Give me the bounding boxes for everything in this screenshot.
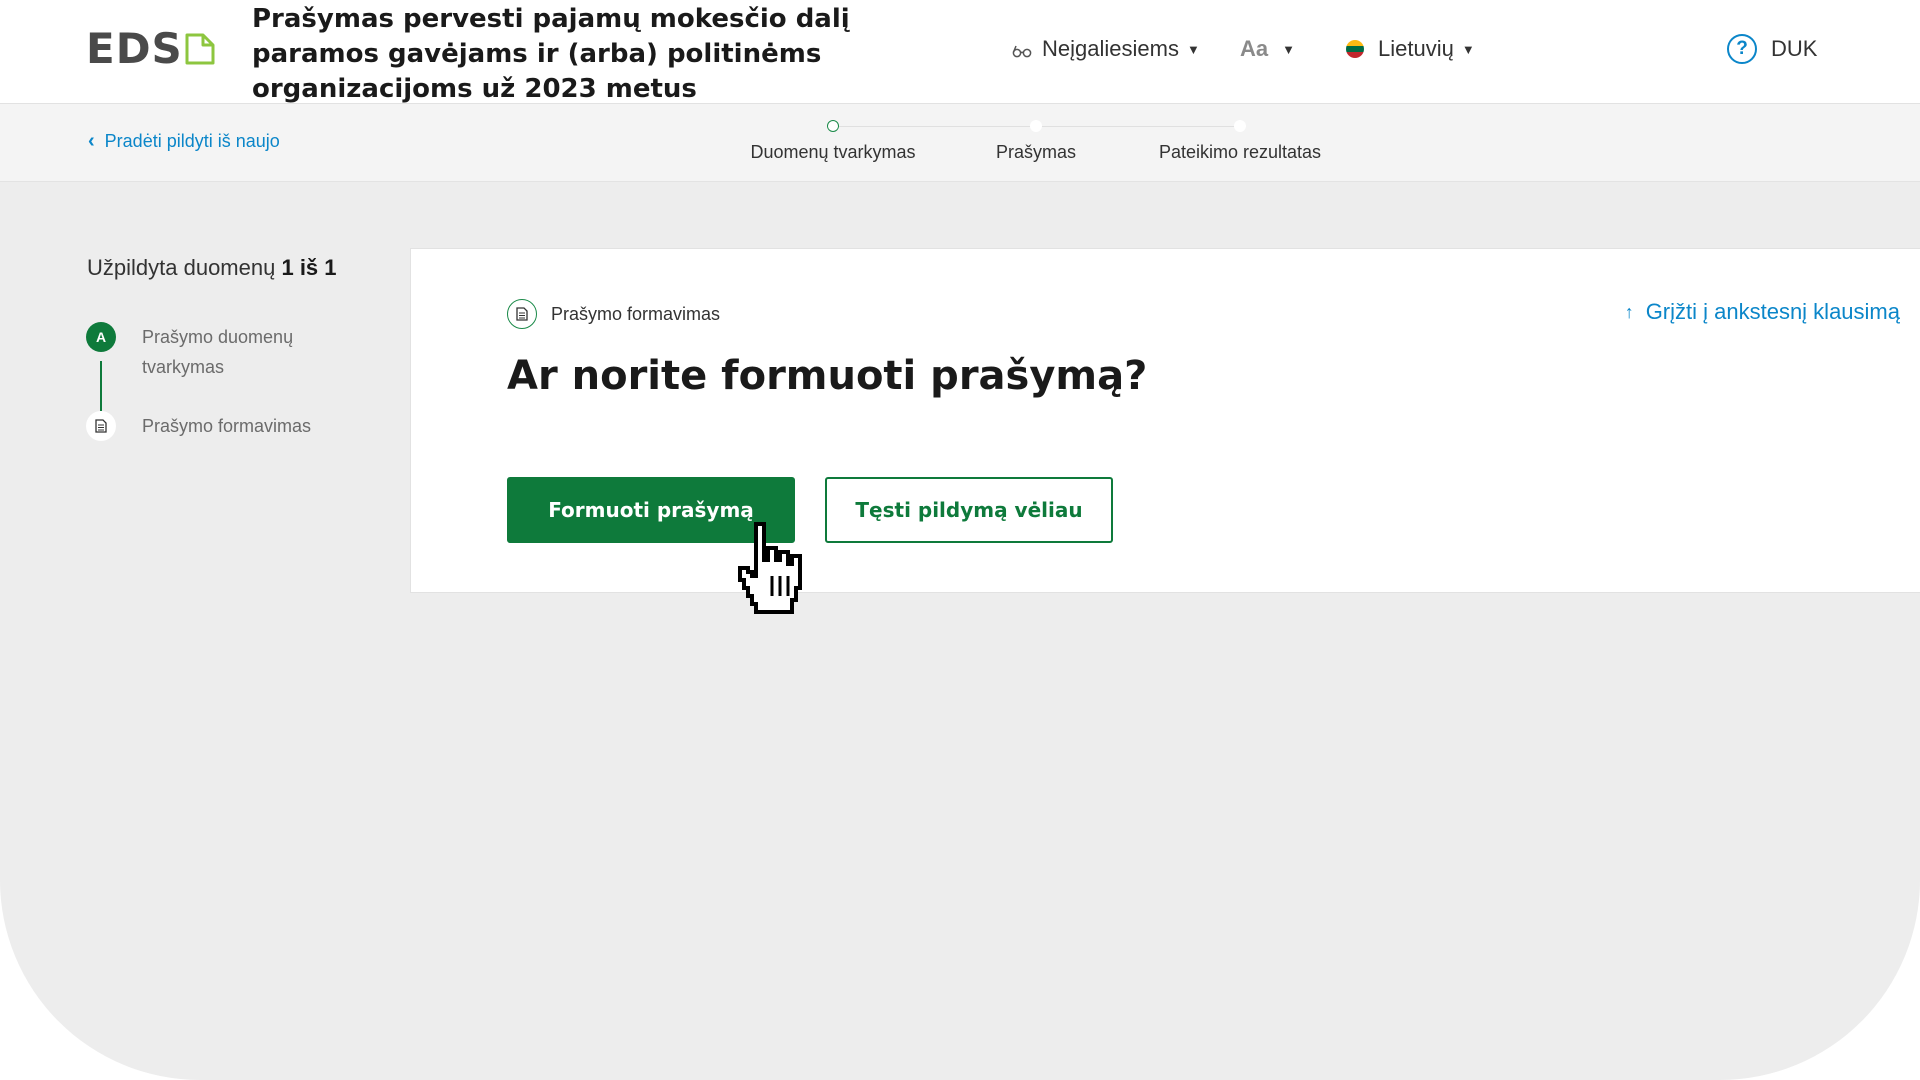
step-3-dot	[1234, 120, 1246, 132]
previous-question-link[interactable]: ↑ Grįžti į ankstesnį klausimą	[1625, 299, 1900, 325]
step-2-label: Prašymas	[995, 142, 1077, 162]
app-frame: EDS Prašymas pervesti pajamų mokesčio da…	[0, 0, 1920, 1080]
step-1-label: Duomenų tvarkymas	[750, 142, 916, 162]
step-a-badge: A	[86, 322, 116, 352]
hand-pointer-icon	[738, 522, 802, 614]
logo-text: EDS	[86, 24, 183, 73]
previous-question-label: Grįžti į ankstesnį klausimą	[1645, 299, 1900, 324]
sidebar-item-request-forming[interactable]: Prašymo formavimas	[86, 411, 342, 441]
question-heading: Ar norite formuoti prašymą?	[507, 353, 1148, 399]
caret-down-icon: ▼	[1282, 41, 1295, 57]
step-bar: ‹ Pradėti pildyti iš naujo Duomenų tvark…	[0, 104, 1920, 182]
step-1-dot	[827, 120, 839, 132]
font-size-label: Aa	[1240, 36, 1269, 61]
caret-down-icon: ▼	[1461, 41, 1475, 57]
document-icon	[86, 411, 116, 441]
top-header: EDS Prašymas pervesti pajamų mokesčio da…	[0, 0, 1920, 104]
sidebar-item-label: Prašymo formavimas	[142, 416, 312, 436]
section-header: Prašymo formavimas	[507, 299, 720, 329]
eds-logo[interactable]: EDS	[86, 28, 215, 70]
step-2-dot	[1030, 120, 1042, 132]
caret-down-icon: ▼	[1186, 41, 1200, 57]
accessibility-menu[interactable]: Neįgaliesiems ▼	[1012, 36, 1200, 62]
language-label: Lietuvių	[1378, 36, 1454, 61]
continue-later-button[interactable]: Tęsti pildymą vėliau	[825, 477, 1113, 543]
glasses-icon	[1012, 45, 1032, 58]
section-label: Prašymo formavimas	[551, 303, 721, 324]
accessibility-label: Neįgaliesiems	[1042, 36, 1179, 61]
font-size-menu[interactable]: Aa ▼	[1240, 36, 1295, 62]
page-title: Prašymas pervesti pajamų mokesčio dalį p…	[252, 4, 850, 104]
faq-label: DUK	[1771, 36, 1818, 61]
lithuania-flag-icon	[1346, 40, 1364, 58]
sidebar-connector	[100, 361, 102, 411]
restart-link[interactable]: ‹ Pradėti pildyti iš naujo	[88, 130, 280, 153]
progress-prefix: Užpildyta duomenų	[87, 255, 276, 280]
restart-link-label: Pradėti pildyti iš naujo	[104, 131, 280, 151]
step-3-label: Pateikimo rezultatas	[1158, 142, 1322, 162]
chevron-left-icon: ‹	[88, 130, 95, 152]
language-menu[interactable]: Lietuvių ▼	[1346, 36, 1475, 62]
logo-document-icon	[185, 33, 215, 65]
sidebar-item-label: Prašymo duomenų tvarkymas	[142, 327, 294, 377]
arrow-up-icon: ↑	[1624, 301, 1634, 322]
faq-link[interactable]: ? DUK	[1727, 34, 1817, 64]
document-icon	[507, 299, 537, 329]
progress-summary: Užpildyta duomenų 1 iš 1	[87, 255, 337, 281]
progress-count: 1 iš 1	[281, 255, 337, 280]
sidebar-item-data-handling[interactable]: A Prašymo duomenų tvarkymas	[86, 322, 342, 382]
question-circle-icon: ?	[1727, 34, 1757, 64]
question-card: Prašymo formavimas ↑ Grįžti į ankstesnį …	[410, 248, 1920, 593]
